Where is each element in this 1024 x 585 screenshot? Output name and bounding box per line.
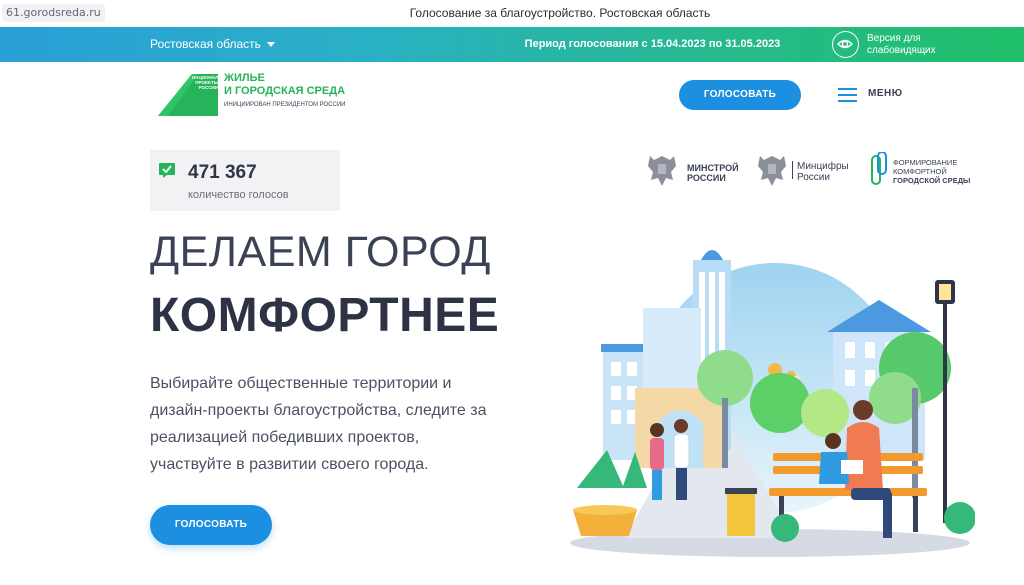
partner-divider [792, 161, 793, 179]
voting-period: Период голосования с 15.04.2023 по 31.05… [524, 38, 781, 50]
region-selector[interactable]: Ростовская область [150, 27, 275, 62]
partner-minstroy[interactable]: МИНСТРОЙ РОССИИ [645, 152, 745, 188]
hero-description-line1: Выбирайте общественные территории и [150, 375, 452, 392]
tab-title: Голосование за благоустройство. Ростовск… [409, 6, 711, 20]
top-strip: Ростовская область Период голосования с … [0, 27, 1024, 62]
region-label: Ростовская область [150, 37, 261, 51]
logo-badge-line3: РОССИИ [198, 85, 218, 90]
vote-count: 471 367 [188, 162, 257, 183]
check-icon [159, 163, 175, 178]
eye-icon [832, 31, 859, 58]
hero-title-line2: КОМФОРТНЕЕ [150, 289, 500, 342]
vote-button-hero[interactable]: ГОЛОСОВАТЬ [150, 505, 272, 545]
hero-title-line1: ДЕЛАЕМ ГОРОД [150, 228, 491, 276]
mintsifry-label-line2: России [797, 172, 830, 183]
accessibility-label-line1: Версия для [867, 33, 921, 44]
fks-label: ФОРМИРОВАНИЕ КОМФОРТНОЙ ГОРОДСКОЙ СРЕДЫ [893, 158, 970, 185]
mintsifry-label: Минцифры России [797, 161, 849, 183]
logo-title-line2: И ГОРОДСКАЯ СРЕДА [224, 85, 346, 97]
hero-description-line3: реализацией победивших проектов, [150, 429, 420, 446]
park-illustration [570, 250, 975, 557]
fks-label-line1: ФОРМИРОВАНИЕ [893, 158, 958, 167]
minstroy-label-line2: РОССИИ [687, 173, 726, 183]
logo-title-line1: ЖИЛЬЕ [224, 72, 265, 84]
browser-bar: 61.gorodsreda.ru Голосование за благоуст… [0, 0, 1024, 27]
vote-counter: 471 367 количество голосов [150, 150, 340, 211]
hero-description: Выбирайте общественные территории и диза… [150, 370, 550, 478]
vote-count-label: количество голосов [188, 189, 289, 201]
partner-mintsifry[interactable]: Минцифры России [755, 152, 855, 188]
logo-badge: НАЦИОНАЛЬНЫЕ ПРОЕКТЫ РОССИИ [192, 75, 232, 90]
vote-button-header[interactable]: ГОЛОСОВАТЬ [679, 80, 801, 110]
hero-description-line4: участвуйте в развитии своего города. [150, 456, 429, 473]
hamburger-icon [838, 88, 857, 102]
minstroy-label-line1: МИНСТРОЙ [687, 163, 739, 173]
partner-fks[interactable]: ФОРМИРОВАНИЕ КОМФОРТНОЙ ГОРОДСКОЙ СРЕДЫ [870, 152, 980, 188]
chevron-down-icon [266, 42, 275, 48]
mintsifry-label-line1: Минцифры [797, 161, 849, 172]
coat-of-arms-icon [648, 156, 676, 186]
accessibility-label: Версия для слабовидящих [867, 33, 957, 57]
hero-description-line2: дизайн-проекты благоустройства, следите … [150, 402, 487, 419]
fks-label-line3: ГОРОДСКОЙ СРЕДЫ [893, 176, 971, 185]
accessibility-label-line2: слабовидящих [867, 45, 936, 56]
minstroy-label: МИНСТРОЙ РОССИИ [687, 163, 739, 183]
menu-label: МЕНЮ [868, 88, 903, 99]
fks-label-line2: КОМФОРТНОЙ [893, 167, 947, 176]
site-logo[interactable]: НАЦИОНАЛЬНЫЕ ПРОЕКТЫ РОССИИ ЖИЛЬЕ И ГОРО… [158, 72, 358, 116]
fks-logo-icon [871, 152, 887, 185]
coat-of-arms-icon [758, 156, 786, 186]
logo-subtitle: ИНИЦИИРОВАН ПРЕЗИДЕНТОМ РОССИИ [224, 102, 346, 108]
